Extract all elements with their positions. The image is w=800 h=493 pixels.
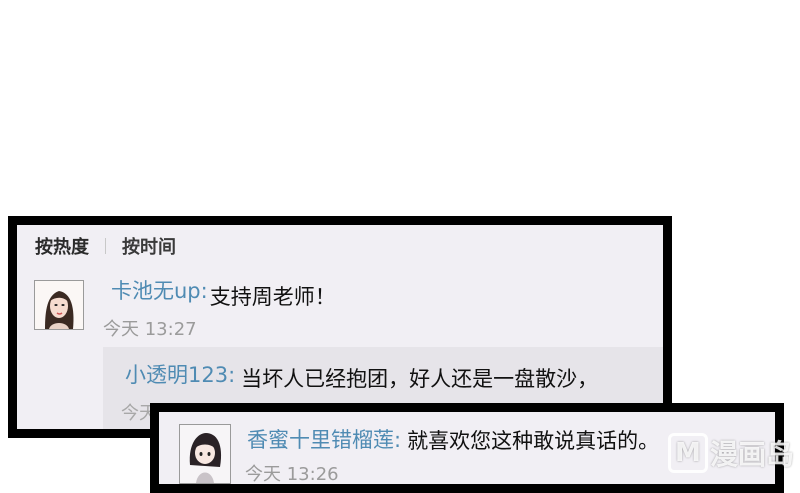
avatar[interactable] — [179, 424, 231, 484]
watermark-text: 漫画岛 — [709, 438, 794, 471]
tab-divider — [105, 238, 106, 254]
comment-timestamp: 今天 13:27 — [103, 319, 197, 340]
sort-tabs: 按热度 按时间 — [35, 233, 176, 259]
tab-sort-by-hot[interactable]: 按热度 — [35, 233, 89, 259]
reply-text: 当坏人已经抱团，好人还是一盘散沙， — [241, 367, 599, 391]
avatar[interactable] — [34, 280, 84, 330]
comment-header: 卡池无up : 支持周老师！ — [111, 275, 336, 309]
watermark-logo: M 漫画岛 — [667, 433, 794, 473]
username-colon: : — [228, 363, 236, 387]
username-colon: : — [394, 428, 402, 452]
avatar-chibi-icon — [180, 425, 230, 483]
comment-header: 香蜜十里错榴莲 : 就喜欢您这种敢说真话的。 — [247, 424, 659, 454]
comment-username[interactable]: 卡池无up — [111, 275, 201, 305]
comment-timestamp: 今天 13:26 — [245, 464, 339, 485]
reply-username[interactable]: 小透明123 — [125, 359, 228, 389]
comment-username[interactable]: 香蜜十里错榴莲 — [247, 424, 394, 454]
reply-header: 小透明123 : 当坏人已经抱团，好人还是一盘散沙， — [125, 359, 598, 391]
comment-text: 支持周老师！ — [209, 285, 336, 309]
avatar-girl-icon — [35, 281, 83, 329]
comment-text: 就喜欢您这种敢说真话的。 — [407, 429, 660, 453]
tab-sort-by-time[interactable]: 按时间 — [122, 233, 176, 259]
logo-icon: M — [667, 433, 708, 473]
username-colon: : — [200, 279, 208, 303]
